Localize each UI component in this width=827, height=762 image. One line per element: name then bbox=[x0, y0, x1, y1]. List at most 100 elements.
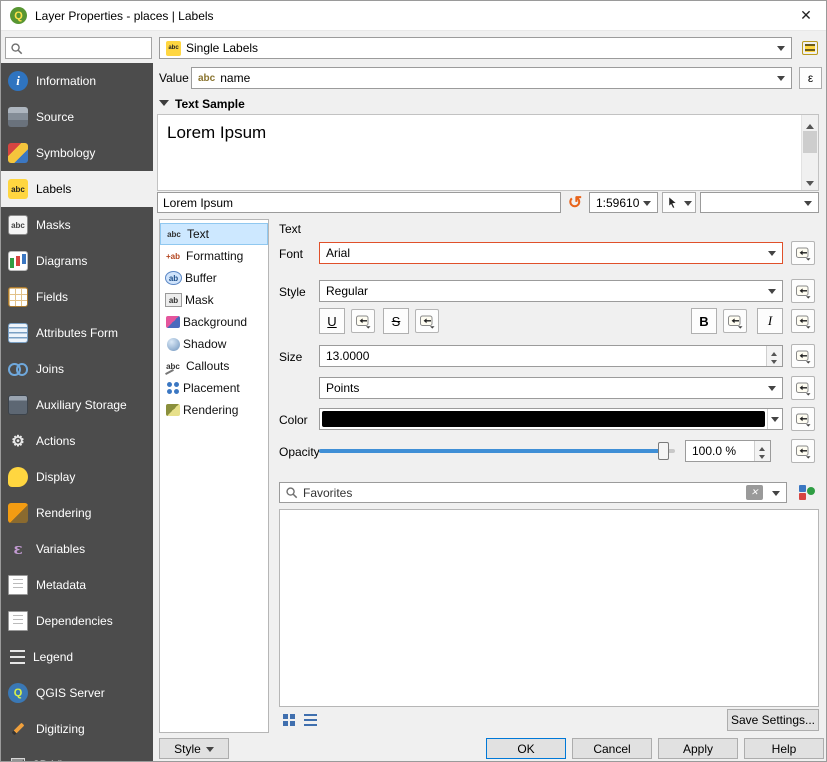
tab-background[interactable]: Background bbox=[160, 311, 268, 333]
scroll-down-icon[interactable] bbox=[802, 175, 818, 190]
preview-scrollbar[interactable] bbox=[801, 115, 818, 190]
sidebar-item-dependencies[interactable]: Dependencies bbox=[1, 603, 153, 639]
spin-up-icon[interactable] bbox=[767, 346, 782, 356]
properties-search-input[interactable] bbox=[27, 41, 147, 55]
section-title: Text Sample bbox=[175, 97, 245, 111]
color-override-button[interactable] bbox=[791, 407, 815, 431]
save-settings-button[interactable]: Save Settings... bbox=[727, 709, 819, 731]
rendering-tab-icon bbox=[166, 404, 180, 416]
sidebar-item-qgis-server[interactable]: QGIS Server bbox=[1, 675, 153, 711]
sidebar-item-metadata[interactable]: Metadata bbox=[1, 567, 153, 603]
sidebar-item-rendering[interactable]: Rendering bbox=[1, 495, 153, 531]
close-button[interactable]: ✕ bbox=[795, 7, 817, 24]
sidebar-item-joins[interactable]: Joins bbox=[1, 351, 153, 387]
sidebar-item-diagrams[interactable]: Diagrams bbox=[1, 243, 153, 279]
reset-sample-button[interactable] bbox=[564, 192, 586, 213]
font-override-button[interactable] bbox=[791, 241, 815, 265]
dropdown-arrow-icon[interactable] bbox=[768, 483, 784, 502]
spin-up-icon[interactable] bbox=[755, 441, 770, 451]
size-override-button[interactable] bbox=[791, 344, 815, 368]
font-family-select[interactable]: Arial bbox=[319, 242, 783, 264]
font-size-spinbox[interactable]: 13.0000 bbox=[319, 345, 783, 367]
tab-buffer[interactable]: Buffer bbox=[160, 267, 268, 289]
style-override-button[interactable] bbox=[791, 279, 815, 303]
expression-builder-button[interactable]: ε bbox=[799, 67, 822, 89]
font-color-button[interactable] bbox=[319, 408, 783, 430]
spin-buttons[interactable] bbox=[754, 441, 770, 461]
opacity-slider[interactable] bbox=[319, 440, 675, 462]
value-field-select[interactable]: abc name bbox=[191, 67, 792, 89]
strikeout-override-button[interactable] bbox=[415, 309, 439, 333]
bold-override-button[interactable] bbox=[723, 309, 747, 333]
strikeout-button[interactable]: S bbox=[383, 308, 409, 334]
sidebar-item-source[interactable]: Source bbox=[1, 99, 153, 135]
preview-background-select[interactable] bbox=[700, 192, 819, 213]
style-filter-box[interactable]: Favorites bbox=[279, 482, 787, 503]
style-manager-button[interactable] bbox=[795, 480, 819, 504]
tab-text[interactable]: Text bbox=[160, 223, 268, 245]
sidebar-item-display[interactable]: Display bbox=[1, 459, 153, 495]
underline-button[interactable]: U bbox=[319, 308, 345, 334]
labels-icon bbox=[166, 41, 181, 56]
style-presets-area[interactable] bbox=[279, 509, 819, 707]
sidebar-item-actions[interactable]: Actions bbox=[1, 423, 153, 459]
tab-rendering[interactable]: Rendering bbox=[160, 399, 268, 421]
set-to-current-scale-button[interactable] bbox=[662, 192, 696, 213]
spin-down-icon[interactable] bbox=[767, 356, 782, 366]
opacity-spinbox[interactable]: 100.0 % bbox=[685, 440, 771, 462]
sidebar-item-attributes-form[interactable]: Attributes Form bbox=[1, 315, 153, 351]
dropdown-arrow-icon[interactable] bbox=[767, 409, 782, 429]
legend-icon bbox=[10, 650, 25, 664]
tab-formatting[interactable]: Formatting bbox=[160, 245, 268, 267]
label-mode-select[interactable]: Single Labels bbox=[159, 37, 792, 59]
sidebar-item-variables[interactable]: Variables bbox=[1, 531, 153, 567]
sidebar-item-legend[interactable]: Legend bbox=[1, 639, 153, 675]
spin-down-icon[interactable] bbox=[755, 451, 770, 461]
cancel-button[interactable]: Cancel bbox=[572, 738, 652, 759]
tab-placement[interactable]: Placement bbox=[160, 377, 268, 399]
tab-mask[interactable]: Mask bbox=[160, 289, 268, 311]
bold-button[interactable]: B bbox=[691, 308, 717, 334]
style-menu-button[interactable]: Style bbox=[159, 738, 229, 759]
text-sample-section-header[interactable]: Text Sample bbox=[159, 96, 245, 111]
ok-button[interactable]: OK bbox=[486, 738, 566, 759]
tab-callouts[interactable]: Callouts bbox=[160, 355, 268, 377]
underline-override-button[interactable] bbox=[351, 309, 375, 333]
italic-button[interactable]: I bbox=[757, 308, 783, 334]
font-style-select[interactable]: Regular bbox=[319, 280, 783, 302]
scrollbar-thumb[interactable] bbox=[803, 131, 817, 153]
size-value: 13.0000 bbox=[320, 349, 766, 363]
sample-text: Lorem Ipsum bbox=[167, 123, 266, 143]
tab-shadow[interactable]: Shadow bbox=[160, 333, 268, 355]
help-button[interactable]: Help bbox=[744, 738, 824, 759]
sidebar-item-digitizing[interactable]: Digitizing bbox=[1, 711, 153, 747]
sidebar-item-3d-view[interactable]: 3D View bbox=[1, 747, 153, 762]
italic-override-button[interactable] bbox=[791, 309, 815, 333]
automated-placement-settings-button[interactable] bbox=[797, 36, 822, 60]
sidebar-item-symbology[interactable]: Symbology bbox=[1, 135, 153, 171]
data-defined-icon bbox=[727, 313, 743, 329]
sidebar-item-information[interactable]: Information bbox=[1, 63, 153, 99]
sidebar-item-masks[interactable]: Masks bbox=[1, 207, 153, 243]
sidebar-item-fields[interactable]: Fields bbox=[1, 279, 153, 315]
sidebar-item-labels[interactable]: Labels bbox=[1, 171, 153, 207]
source-icon bbox=[8, 107, 28, 127]
size-unit-override-button[interactable] bbox=[791, 376, 815, 400]
properties-search-box[interactable] bbox=[5, 37, 152, 59]
close-icon bbox=[751, 487, 759, 498]
clear-filter-button[interactable] bbox=[746, 485, 763, 500]
list-view-button[interactable] bbox=[301, 711, 320, 728]
size-unit-select[interactable]: Points bbox=[319, 377, 783, 399]
map-scale-select[interactable]: 1:59610 bbox=[589, 192, 658, 213]
slider-handle[interactable] bbox=[658, 442, 669, 460]
apply-button[interactable]: Apply bbox=[658, 738, 738, 759]
spin-buttons[interactable] bbox=[766, 346, 782, 366]
opacity-label: Opacity bbox=[279, 445, 320, 459]
titlebar: Layer Properties - places | Labels ✕ bbox=[1, 1, 826, 31]
opacity-override-button[interactable] bbox=[791, 439, 815, 463]
scroll-up-icon[interactable] bbox=[802, 115, 818, 130]
icon-view-button[interactable] bbox=[279, 711, 298, 728]
dependencies-icon bbox=[8, 611, 28, 631]
sidebar-item-auxiliary-storage[interactable]: Auxiliary Storage bbox=[1, 387, 153, 423]
sample-text-input[interactable] bbox=[157, 192, 561, 213]
